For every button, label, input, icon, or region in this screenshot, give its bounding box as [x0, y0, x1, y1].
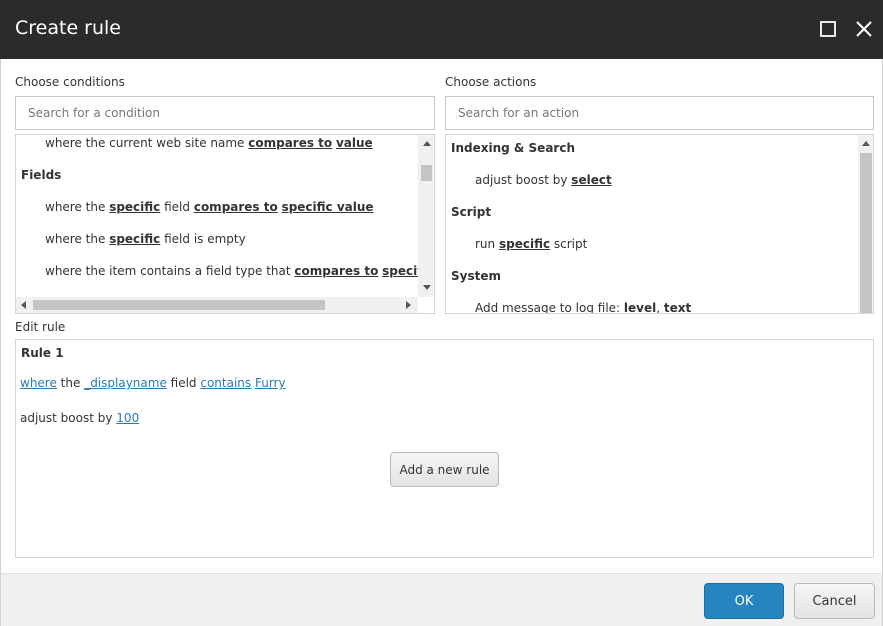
actions-label: Choose actions: [445, 75, 537, 89]
list-item-link[interactable]: specific: [109, 232, 160, 246]
scroll-right-icon[interactable]: [406, 301, 411, 309]
list-item[interactable]: where the specific field compares to spe…: [45, 200, 374, 214]
list-item[interactable]: where the specific field is empty: [45, 232, 246, 246]
list-item-text: Add message to log file:: [475, 301, 624, 314]
rule-where-link[interactable]: where: [20, 376, 57, 390]
rule-action: adjust boost by 100: [20, 411, 139, 425]
rule-field-name-link[interactable]: _displayname: [84, 376, 167, 390]
list-item-text: where the: [45, 200, 110, 214]
list-item[interactable]: Add message to log file: level, text: [475, 301, 691, 314]
rule-operator-link[interactable]: contains: [200, 376, 251, 390]
list-group-heading: System: [451, 269, 501, 283]
list-item-text: ,: [656, 301, 664, 314]
dialog-footer: OK Cancel: [1, 573, 882, 626]
cancel-button[interactable]: Cancel: [794, 583, 875, 619]
rule-action-text: adjust boost by: [20, 411, 117, 425]
list-item-text: field: [160, 200, 194, 214]
scroll-up-icon[interactable]: [423, 141, 431, 146]
condition-search-input[interactable]: [15, 96, 435, 130]
list-item-text: adjust boost by: [475, 173, 572, 187]
rule-condition: where the _displayname field contains Fu…: [20, 376, 286, 390]
edit-rule-label: Edit rule: [15, 320, 66, 334]
list-item-text: script: [550, 237, 588, 251]
close-icon[interactable]: [849, 14, 879, 44]
conditions-hscrollbar[interactable]: [16, 297, 418, 313]
rule-boost-value-link[interactable]: 100: [116, 411, 139, 425]
list-item-link[interactable]: specific: [499, 237, 550, 251]
list-item[interactable]: where the item contains a field type tha…: [45, 264, 433, 278]
scroll-down-icon[interactable]: [423, 285, 431, 290]
rule-value-link[interactable]: Furry: [255, 376, 286, 390]
rule-text: field: [166, 376, 201, 390]
list-item[interactable]: where the current web site name compares…: [45, 136, 373, 150]
list-item-link[interactable]: select: [571, 173, 611, 187]
action-search-input[interactable]: [445, 96, 874, 130]
list-item-link[interactable]: compares to: [194, 200, 278, 214]
actions-vscroll-thumb[interactable]: [860, 153, 872, 313]
maximize-icon[interactable]: [813, 14, 843, 44]
dialog-titlebar: Create rule: [0, 0, 883, 59]
ok-button[interactable]: OK: [704, 583, 784, 619]
list-item-link[interactable]: compares to: [248, 136, 332, 150]
conditions-vscroll-thumb[interactable]: [421, 165, 432, 181]
list-item-text: where the current web site name: [45, 136, 249, 150]
dialog-title: Create rule: [15, 17, 121, 39]
list-item-link[interactable]: specific: [109, 200, 160, 214]
scroll-left-icon[interactable]: [21, 301, 26, 309]
list-item-link[interactable]: value: [336, 136, 373, 150]
actions-vscrollbar[interactable]: [858, 135, 873, 313]
list-item-text: where the item contains a field type tha…: [45, 264, 295, 278]
list-group-heading: Fields: [21, 168, 62, 182]
list-item-link[interactable]: level: [624, 301, 656, 313]
conditions-list[interactable]: where the current web site name compares…: [15, 134, 435, 314]
list-item-text: where the: [45, 232, 110, 246]
list-item[interactable]: adjust boost by select: [475, 173, 612, 187]
conditions-vscrollbar[interactable]: [418, 135, 434, 297]
rule-title: Rule 1: [21, 346, 64, 360]
list-item-link[interactable]: compares to: [294, 264, 378, 278]
list-item[interactable]: run specific script: [475, 237, 587, 251]
list-item-text: field is empty: [160, 232, 246, 246]
conditions-hscroll-thumb[interactable]: [33, 300, 325, 310]
actions-list[interactable]: Indexing & Search adjust boost by select S…: [445, 134, 874, 314]
scroll-up-icon[interactable]: [862, 141, 870, 146]
rule-text: the: [56, 376, 85, 390]
list-group-heading: Script: [451, 205, 492, 219]
add-new-rule-button[interactable]: Add a new rule: [390, 452, 499, 487]
list-item-text: run: [475, 237, 499, 251]
edit-rule-panel: Rule 1 where the _displayname field cont…: [15, 339, 874, 558]
list-item-link[interactable]: text: [664, 301, 691, 313]
list-item-link[interactable]: specific value: [282, 200, 374, 214]
conditions-label: Choose conditions: [15, 75, 125, 89]
list-group-heading: Indexing & Search: [451, 141, 575, 155]
